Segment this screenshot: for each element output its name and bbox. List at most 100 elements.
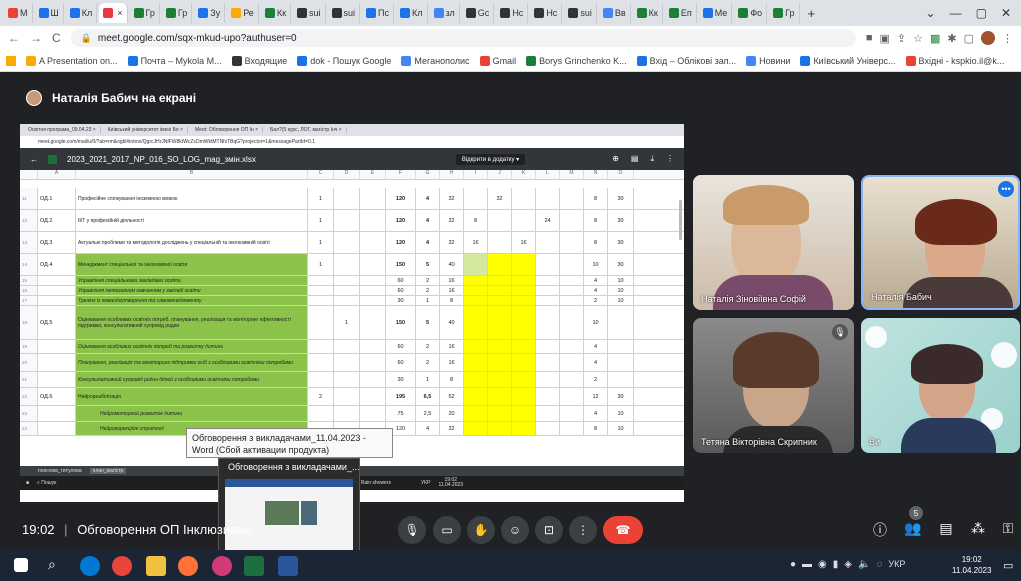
browser-tab[interactable]: Еп	[665, 3, 697, 23]
chevron-down-icon[interactable]: ⌄	[926, 6, 936, 20]
close-icon[interactable]: ✕	[1001, 6, 1011, 20]
chrome-icon[interactable]	[112, 556, 132, 576]
cell-h: 8	[440, 296, 464, 305]
row-number: 20	[20, 354, 38, 371]
star-icon[interactable]: ☆	[913, 32, 923, 45]
share-icon[interactable]: ⇪	[897, 32, 906, 45]
close-tab-icon[interactable]: ×	[117, 8, 122, 18]
bookmark-icon	[297, 55, 308, 66]
firefox-icon[interactable]	[178, 556, 198, 576]
participant-tile-3[interactable]: 🎙 Тетяна Вікторівна Скрипник	[693, 318, 854, 453]
cell-c	[308, 406, 334, 421]
search-icon[interactable]: ⌕	[48, 556, 68, 576]
bookmark-item[interactable]: Меганополис	[401, 55, 470, 66]
browser-tab[interactable]: Гр	[769, 3, 800, 23]
download-icon: ⤓	[650, 154, 654, 163]
bookmark-item[interactable]: Входящие	[231, 55, 287, 66]
extension-icon[interactable]: ▩	[930, 32, 940, 45]
browser-tab[interactable]: Гр	[162, 3, 193, 23]
microphone-button[interactable]: 🎙	[398, 516, 426, 544]
puzzle-icon[interactable]: ✱	[947, 32, 956, 45]
tab-favicon-icon	[38, 8, 49, 18]
browser-tab[interactable]: ×	[99, 3, 128, 23]
browser-tab[interactable]: Зу	[194, 3, 226, 23]
cell-k	[512, 210, 536, 231]
browser-tab[interactable]: зл	[430, 3, 460, 23]
browser-tab[interactable]: Кк	[261, 3, 292, 23]
sidepanel-icon[interactable]: ▢	[964, 32, 974, 45]
translate-icon[interactable]: ▣	[879, 32, 889, 45]
participant-tile-4[interactable]: Ви	[861, 318, 1020, 453]
people-button[interactable]: 👥 5	[903, 506, 923, 537]
maximize-icon[interactable]: ▢	[976, 6, 987, 20]
participant-tile-2[interactable]: ••• Наталія Бабич	[861, 175, 1020, 310]
row-number: 19	[20, 340, 38, 353]
cell-k	[512, 406, 536, 421]
browser-tab[interactable]: Gc	[462, 3, 495, 23]
browser-tab[interactable]: Ме	[699, 3, 733, 23]
browser-tab[interactable]: Вв	[599, 3, 631, 23]
file-explorer-icon[interactable]	[146, 556, 166, 576]
browser-tab[interactable]: Ш	[35, 3, 64, 23]
bookmark-item[interactable]: Borys Grinchenko K...	[526, 55, 627, 66]
bookmark-item[interactable]: Новини	[746, 55, 790, 66]
clock[interactable]: 19:02 11.04.2023	[952, 554, 991, 576]
browser-tab[interactable]: Нс	[530, 3, 563, 23]
excel-taskbar-icon[interactable]	[244, 556, 264, 576]
present-button[interactable]: ⊡	[535, 516, 563, 544]
browser-tab[interactable]: Гр	[130, 3, 160, 23]
emoji-icon: ☺	[508, 523, 522, 537]
reactions-button[interactable]: ☺	[501, 516, 529, 544]
apps-icon[interactable]	[6, 55, 16, 66]
table-row: 15 Управління спеціальними закладами осві…	[20, 276, 684, 286]
new-tab-button[interactable]: +	[802, 6, 822, 21]
browser-tab[interactable]: sui	[564, 3, 597, 23]
reload-icon[interactable]: C	[52, 31, 61, 45]
cell-title: Нейрореабілітація	[76, 388, 308, 405]
bookmark-item[interactable]: Почта – Mykola M...	[127, 55, 222, 66]
camera-button[interactable]: ▭	[433, 516, 461, 544]
cell-h: 32	[440, 188, 464, 209]
participant-tile-1[interactable]: Наталія Зіновіївна Софій	[693, 175, 854, 310]
raise-hand-button[interactable]: ✋	[467, 516, 495, 544]
chat-button[interactable]: ▤	[936, 520, 956, 537]
browser-tab[interactable]: Кк	[633, 3, 663, 23]
language-indicator[interactable]: УКР	[888, 559, 905, 570]
browser-tab[interactable]: sui	[293, 3, 326, 23]
bookmark-item[interactable]: Gmail	[479, 55, 516, 66]
bookmark-item[interactable]: Вхідні - kspkio.il@k...	[905, 55, 1004, 66]
browser-tab[interactable]: sui	[328, 3, 361, 23]
end-call-button[interactable]: ☎	[603, 516, 643, 544]
browser-tab[interactable]: M	[4, 3, 33, 23]
more-options-icon[interactable]: •••	[998, 181, 1014, 197]
bookmark-item[interactable]: Вхід – Облікові зап...	[636, 55, 736, 66]
forward-icon[interactable]: →	[30, 31, 42, 45]
mic-icon: 🎙	[404, 523, 420, 537]
menu-icon[interactable]: ⋮	[1002, 32, 1013, 45]
browser-tab[interactable]: Фо	[734, 3, 768, 23]
activities-button[interactable]: ⁂	[968, 520, 988, 537]
browser-tab[interactable]: Кл	[396, 3, 428, 23]
bookmark-item[interactable]: A Presentation on...	[26, 55, 118, 66]
browser-tab[interactable]: Ре	[227, 3, 259, 23]
notifications-icon[interactable]: ▭	[1003, 559, 1013, 572]
edge-icon[interactable]	[80, 556, 100, 576]
browser-tab[interactable]: Пс	[362, 3, 395, 23]
minimize-icon[interactable]: —	[950, 6, 962, 20]
browser-tab[interactable]: Нс	[496, 3, 529, 23]
chrome-profile-icon[interactable]	[212, 556, 232, 576]
back-icon[interactable]: ←	[8, 31, 20, 45]
camera-icon[interactable]: ■	[866, 32, 873, 44]
tray-icon-3: ◉	[818, 559, 827, 570]
more-options-button[interactable]: ⋮	[569, 516, 597, 544]
profile-avatar[interactable]	[981, 31, 995, 45]
info-button[interactable]: ⓘ	[870, 520, 890, 540]
windows-start-icon[interactable]	[14, 558, 28, 572]
browser-tab[interactable]: Кл	[66, 3, 98, 23]
bookmark-item[interactable]: dok - Пошук Google	[297, 55, 391, 66]
host-controls-button[interactable]: ⚿	[998, 520, 1018, 537]
word-taskbar-icon[interactable]	[278, 556, 298, 576]
bookmark-item[interactable]: Київський Універс...	[800, 55, 896, 66]
url-field[interactable]: 🔒 meet.google.com/sqx-mkud-upo?authuser=…	[70, 29, 856, 47]
cell-f: 120	[386, 188, 416, 209]
